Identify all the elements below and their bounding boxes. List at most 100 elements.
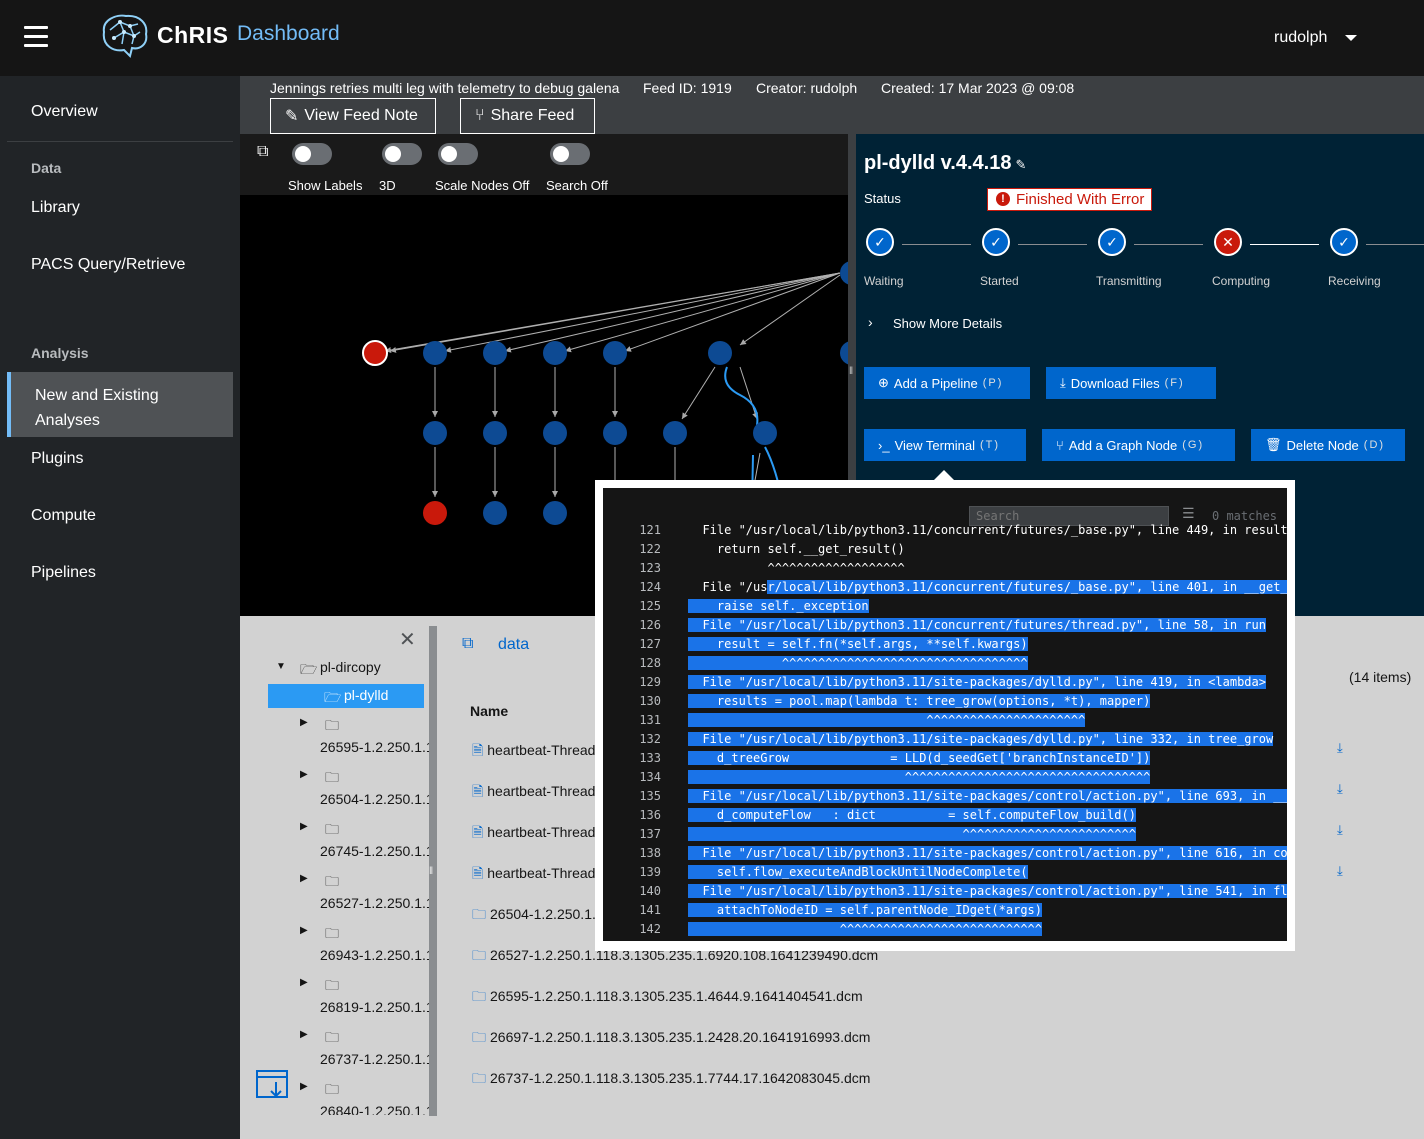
column-header-name[interactable]: Name	[470, 703, 508, 719]
download-icon[interactable]: ⤓	[1337, 740, 1343, 756]
download-icon[interactable]: ⤓	[1337, 822, 1343, 838]
sidebar-item-overview[interactable]: Overview	[31, 103, 98, 121]
graph-node[interactable]	[603, 421, 627, 445]
3d-toggle[interactable]	[382, 143, 422, 165]
graph-node[interactable]	[603, 341, 627, 365]
file-row[interactable]: 🗎 heartbeat-Thread	[472, 822, 595, 846]
tree-item-label[interactable]: 26745-1.2.250.1.1	[320, 843, 429, 859]
tree-root-label[interactable]: pl-dircopy	[320, 659, 381, 675]
tree-item-label[interactable]: 26527-1.2.250.1.1	[320, 895, 429, 911]
caret-right-icon[interactable]: ▶	[300, 1081, 308, 1092]
caret-right-icon[interactable]: ▶	[300, 821, 308, 832]
tree-item-label[interactable]: 26595-1.2.250.1.1	[320, 739, 429, 755]
caret-right-icon[interactable]: ▶	[300, 1029, 308, 1040]
chevron-right-icon[interactable]: ›	[868, 314, 873, 330]
folder-row[interactable]: 🗀 26504-1.2.250.1.	[472, 904, 596, 928]
user-menu[interactable]: rudolph	[1274, 29, 1327, 47]
view-terminal-button[interactable]: ›_ View Terminal (T)	[864, 429, 1026, 461]
graph-node-error[interactable]	[362, 340, 388, 366]
step-label-waiting: Waiting	[864, 274, 904, 288]
terminal-line: 137 ^^^^^^^^^^^^^^^^^^^^^^^^	[603, 825, 1287, 844]
download-files-button[interactable]: ⤓ Download Files (F)	[1046, 367, 1216, 399]
caret-down-icon[interactable]	[1345, 35, 1357, 41]
sidebar-item-plugins[interactable]: Plugins	[31, 450, 83, 468]
search-options-icon[interactable]: ☰	[1182, 505, 1195, 522]
graph-node[interactable]	[423, 341, 447, 365]
caret-right-icon[interactable]: ▶	[300, 769, 308, 780]
search-toggle[interactable]	[550, 143, 590, 165]
graph-controls: ⧉ Show Labels 3D Scale Nodes Off Search …	[240, 134, 848, 195]
graph-node[interactable]	[708, 341, 732, 365]
scale-nodes-toggle[interactable]	[438, 143, 478, 165]
folder-row[interactable]: 🗀 26595-1.2.250.1.118.3.1305.235.1.4644.9…	[472, 986, 863, 1010]
sidebar-item-analyses[interactable]: New and Existing Analyses	[7, 372, 233, 437]
graph-node[interactable]	[483, 341, 507, 365]
tree-item-label[interactable]: 26819-1.2.250.1.1	[320, 999, 429, 1015]
graph-node[interactable]	[840, 341, 848, 365]
terminal-output[interactable]: ☰ 0 matches 121 File "/usr/local/lib/pyt…	[603, 488, 1287, 941]
sidebar-item-pacs[interactable]: PACS Query/Retrieve	[31, 256, 185, 274]
tree-item-label[interactable]: 26943-1.2.250.1.1	[320, 947, 429, 963]
sidebar-item-library[interactable]: Library	[31, 199, 80, 217]
button-label: Download Files	[1070, 375, 1160, 391]
terminal-line: 125 raise self._exception	[603, 597, 1287, 616]
line-text-selected: self.flow_executeAndBlockUntilNodeComple…	[688, 865, 1028, 879]
download-icon[interactable]: ⤓	[1337, 863, 1343, 879]
step-label-transmitting: Transmitting	[1096, 274, 1162, 288]
folder-row[interactable]: 🗀 26737-1.2.250.1.118.3.1305.235.1.7744.1…	[472, 1068, 870, 1092]
delete-node-button[interactable]: 🗑 Delete Node (D)	[1251, 429, 1405, 461]
graph-node[interactable]	[753, 421, 777, 445]
tree-selected-item[interactable]: 🗁 pl-dylld	[268, 684, 424, 708]
line-text: File "/usr/local/lib/python3.11/site-pac…	[688, 844, 1287, 863]
tree-item-label[interactable]: 26504-1.2.250.1.1	[320, 791, 429, 807]
breadcrumb[interactable]: data	[498, 636, 529, 654]
graph-node[interactable]	[663, 421, 687, 445]
show-labels-toggle[interactable]	[292, 143, 332, 165]
folder-icon: 🗀	[325, 1081, 339, 1097]
close-icon[interactable]: ✕	[399, 627, 416, 652]
terminal-line: 135 File "/usr/local/lib/python3.11/site…	[603, 787, 1287, 806]
caret-right-icon[interactable]: ▶	[300, 873, 308, 884]
caret-right-icon[interactable]: ▶	[300, 977, 308, 988]
tree-splitter[interactable]: ‖	[429, 626, 437, 1116]
terminal-line: 127 result = self.fn(*self.args, **self.…	[603, 635, 1287, 654]
graph-node[interactable]	[483, 501, 507, 525]
graph-node[interactable]	[543, 421, 567, 445]
file-name: heartbeat-Thread	[487, 783, 596, 799]
tree-item-label[interactable]: 26840-1.2.250.1.1	[320, 1103, 429, 1115]
sidebar-divider	[7, 141, 233, 142]
download-icon[interactable]: ⤓	[1337, 781, 1343, 797]
drag-handle-icon: ‖	[849, 366, 854, 377]
folder-row[interactable]: 🗀 26697-1.2.250.1.118.3.1305.235.1.2428.2…	[472, 1027, 870, 1051]
graph-node[interactable]	[543, 341, 567, 365]
import-icon[interactable]	[256, 1068, 290, 1102]
sidebar-item-pipelines[interactable]: Pipelines	[31, 564, 96, 582]
graph-node[interactable]	[840, 261, 848, 285]
terminal-lines: 121 File "/usr/local/lib/python3.11/conc…	[603, 523, 1287, 939]
line-number: 139	[639, 865, 661, 879]
share-feed-button[interactable]: ⑂ Share Feed	[460, 98, 595, 134]
show-more-details-toggle[interactable]: Show More Details	[893, 316, 1002, 331]
file-row[interactable]: 🗎 heartbeat-Thread	[472, 740, 595, 764]
tree-item-label[interactable]: 26737-1.2.250.1.1	[320, 1051, 429, 1067]
hamburger-menu-icon[interactable]	[24, 26, 48, 48]
graph-node[interactable]	[543, 501, 567, 525]
chris-brain-logo-icon	[102, 14, 148, 58]
line-number: 137	[639, 827, 661, 841]
add-graph-node-button[interactable]: ⑂ Add a Graph Node (G)	[1042, 429, 1235, 461]
line-text-selected: attachToNodeID = self.parentNode_IDget(*…	[688, 903, 1043, 917]
file-row[interactable]: 🗎 heartbeat-Thread	[472, 863, 595, 887]
file-row[interactable]: 🗎 heartbeat-Thread	[472, 781, 595, 805]
sidebar-item-compute[interactable]: Compute	[31, 507, 96, 525]
caret-right-icon[interactable]: ▶	[300, 925, 308, 936]
copy-path-icon[interactable]: ⧉	[462, 635, 473, 653]
add-pipeline-button[interactable]: ⊕ Add a Pipeline (P)	[864, 367, 1030, 399]
caret-right-icon[interactable]: ▶	[300, 717, 308, 728]
graph-node[interactable]	[483, 421, 507, 445]
view-feed-note-button[interactable]: ✎ View Feed Note	[270, 98, 436, 134]
pencil-icon[interactable]: ✎	[1015, 157, 1026, 172]
graph-node-error[interactable]	[423, 501, 447, 525]
graph-node[interactable]	[423, 421, 447, 445]
caret-down-icon[interactable]: ▼	[276, 661, 286, 672]
reset-view-icon[interactable]: ⧉	[257, 143, 268, 161]
